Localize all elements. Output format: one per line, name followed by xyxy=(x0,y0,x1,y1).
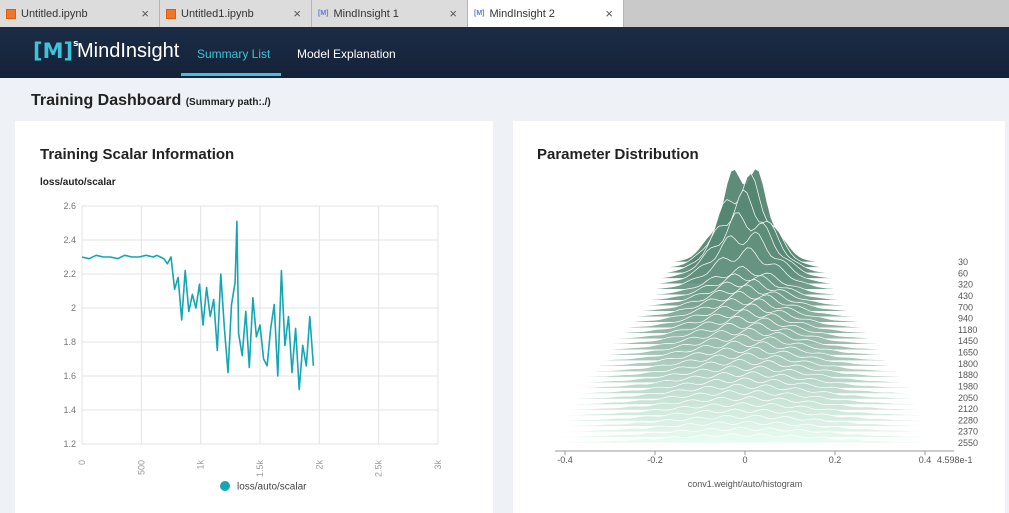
nav-summary-list[interactable]: Summary List xyxy=(197,47,270,61)
step-label: 1980 xyxy=(958,381,978,391)
x-extra-label: 4.598e-1 xyxy=(937,455,973,465)
x-tick-label: 3k xyxy=(433,460,443,470)
browser-tab-strip: Untitled.ipynb × Untitled1.ipynb × [M] M… xyxy=(0,0,1009,27)
step-label: 1650 xyxy=(958,348,978,358)
x-tick-label: 0.4 xyxy=(919,455,932,465)
x-tick-label: -0.2 xyxy=(647,455,663,465)
close-icon[interactable]: × xyxy=(449,6,457,21)
x-axis-title: conv1.weight/auto/histogram xyxy=(688,479,803,489)
scalar-line-chart[interactable]: 0 500 1k 1.5k 2k 2.5k 3k 1.2 1.4 1.6 1.8 2 2.2 2.4 2.6… xyxy=(15,121,493,513)
step-label: 60 xyxy=(958,268,968,278)
loss-series-line xyxy=(81,220,315,391)
y-tick-label: 2.6 xyxy=(63,201,76,211)
legend-label: loss/auto/scalar xyxy=(237,482,307,493)
y-tick-label: 1.8 xyxy=(63,337,76,347)
x-tick-label: 0 xyxy=(742,455,747,465)
step-label: 1450 xyxy=(958,336,978,346)
nav-model-explanation[interactable]: Model Explanation xyxy=(297,47,396,61)
scalar-card: Training Scalar Information loss/auto/sc… xyxy=(15,121,493,513)
step-label: 700 xyxy=(958,302,973,312)
mindinsight-icon: [M] xyxy=(474,10,485,17)
x-tick-label: 0.2 xyxy=(829,455,842,465)
x-tick-label: 500 xyxy=(136,460,146,475)
step-label: 320 xyxy=(958,280,973,290)
legend-marker xyxy=(220,481,230,491)
nav-active-indicator xyxy=(181,73,281,76)
browser-tab[interactable]: Untitled1.ipynb × xyxy=(160,0,312,27)
step-label: 2550 xyxy=(958,438,978,448)
tab-label: MindInsight 2 xyxy=(489,7,555,20)
browser-tab[interactable]: Untitled.ipynb × xyxy=(0,0,160,27)
step-label: 2370 xyxy=(958,427,978,437)
tab-label: Untitled1.ipynb xyxy=(181,7,254,20)
x-tick-label: 2.5k xyxy=(374,460,384,478)
y-tick-label: 2 xyxy=(71,303,76,313)
y-tick-label: 2.4 xyxy=(63,235,76,245)
step-label: 1880 xyxy=(958,370,978,380)
histogram-ridge-chart[interactable]: 3060 320430700 94011801450 1650180018801980… xyxy=(513,121,1005,513)
y-tick-label: 1.2 xyxy=(63,439,76,449)
browser-tab-active[interactable]: [M] MindInsight 2 × xyxy=(468,0,624,27)
step-label: 940 xyxy=(958,314,973,324)
step-label: 430 xyxy=(958,291,973,301)
step-label: 2050 xyxy=(958,393,978,403)
x-tick-label: 2k xyxy=(314,460,324,470)
page-title: Training Dashboard (Summary path:./) xyxy=(31,92,271,109)
summary-path: (Summary path:./) xyxy=(185,97,271,108)
x-tick-label: 1.5k xyxy=(255,460,265,478)
tab-label: MindInsight 1 xyxy=(333,7,399,20)
step-label: 1180 xyxy=(958,325,977,335)
step-label: 30 xyxy=(958,257,968,267)
step-label: 1800 xyxy=(958,359,978,369)
x-tick-label: -0.4 xyxy=(557,455,573,465)
app-name: MindInsight xyxy=(77,40,180,62)
histogram-card: Parameter Distribution 30 60 320 430 700 940 1… xyxy=(513,121,1005,513)
app-header: [M]s MindInsight Summary List Model Expl… xyxy=(0,27,1009,78)
jupyter-notebook-icon xyxy=(166,8,176,19)
x-tick-label: 0 xyxy=(77,460,87,465)
close-icon[interactable]: × xyxy=(141,6,149,21)
y-tick-label: 1.4 xyxy=(63,405,76,415)
y-tick-label: 1.6 xyxy=(63,371,76,381)
browser-tab[interactable]: [M] MindInsight 1 × xyxy=(312,0,468,27)
step-label: 2280 xyxy=(958,415,978,425)
close-icon[interactable]: × xyxy=(293,6,301,21)
y-tick-label: 2.2 xyxy=(63,269,76,279)
close-icon[interactable]: × xyxy=(605,6,613,21)
x-tick-label: 1k xyxy=(196,460,206,470)
tab-label: Untitled.ipynb xyxy=(21,7,88,20)
jupyter-notebook-icon xyxy=(6,8,16,19)
mindinsight-icon: [M] xyxy=(318,10,329,17)
step-label: 2120 xyxy=(958,404,978,414)
mindinsight-logo: [M]s xyxy=(33,39,79,63)
histogram-slice xyxy=(554,427,941,438)
